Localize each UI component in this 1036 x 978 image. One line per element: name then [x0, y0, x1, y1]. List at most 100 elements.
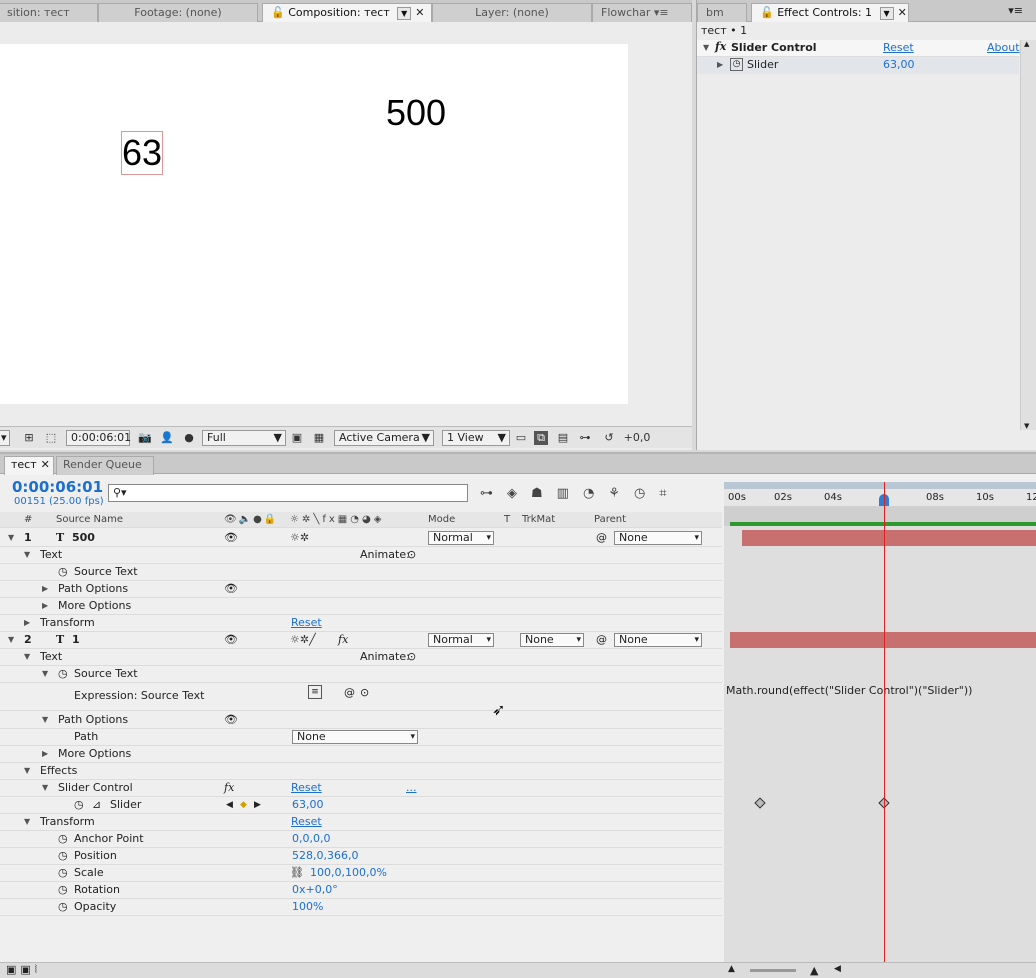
add-keyframe-icon[interactable]: ◆ [240, 797, 247, 813]
close-icon[interactable]: ✕ [415, 6, 424, 19]
eye-icon[interactable]: 👁 [224, 530, 238, 546]
tab-layer[interactable]: Layer: (none) [432, 3, 592, 22]
region-of-interest-icon[interactable]: ▣ [290, 431, 304, 445]
layer-bar-2[interactable] [730, 632, 1036, 648]
reset-link[interactable]: Reset [883, 41, 914, 54]
expression-field[interactable]: Math.round(effect("Slider Control")("Sli… [726, 684, 972, 697]
tab-effect-controls[interactable]: 🔓 Effect Controls: 1 ▼ ✕ [751, 3, 909, 22]
prop-row[interactable]: ▶ Path Options 👁 [0, 581, 722, 598]
layer-row[interactable]: ▼ 1 T 500 👁 ☼✲ Normal @ None [0, 530, 722, 547]
timecode-field[interactable]: 0:00:06:01 [66, 430, 131, 446]
layer-row[interactable]: ▼ 2 T 1 👁 ☼✲╱ fx Normal None @ None [0, 632, 722, 649]
prop-row[interactable]: ◷ Anchor Point 0,0,0,0 [0, 831, 722, 848]
stopwatch-icon[interactable]: ◷ [58, 882, 68, 898]
views-dropdown[interactable]: 1 View ▼ [442, 430, 510, 446]
expand-triangle-icon[interactable]: ▼ [24, 814, 30, 830]
zoom-slider[interactable] [750, 969, 796, 972]
layer-name[interactable]: 1 [72, 632, 80, 648]
resolution-dropdown[interactable]: Full ▼ [202, 430, 286, 446]
panel-menu-icon[interactable]: ▾≡ [654, 6, 669, 19]
expand-triangle-icon[interactable]: ▶ [42, 598, 48, 614]
expression-language-menu-icon[interactable]: ⊙ [360, 685, 369, 701]
color-channels-icon[interactable]: ● [182, 431, 196, 445]
comp-mini-flowchart-icon[interactable]: ⊶ [480, 486, 507, 501]
zoom-in-icon[interactable]: ▲ [810, 964, 818, 977]
trkmat-dropdown[interactable]: None [520, 633, 584, 647]
reset-link[interactable]: Reset [291, 615, 322, 631]
scale-value[interactable]: 100,0,100,0% [310, 865, 387, 881]
toggle-switches-icon[interactable]: ▣▣⦚ [6, 963, 41, 977]
expand-triangle-icon[interactable]: ▼ [42, 712, 48, 728]
scroll-down-icon[interactable]: ▼ [1024, 422, 1029, 430]
close-icon[interactable]: ✕ [898, 6, 907, 19]
prop-row[interactable]: ◷ Source Text [0, 564, 722, 581]
constrain-proportions-icon[interactable]: ⛓ [290, 865, 304, 881]
prop-row[interactable]: ▼ Slider Control fx Reset ... [0, 780, 722, 797]
scroll-left-icon[interactable]: ◀ [834, 964, 841, 974]
layer-bars-area[interactable]: Math.round(effect("Slider Control")("Sli… [724, 482, 1036, 966]
exposure-value[interactable]: +0,0 [622, 431, 652, 445]
fast-previews-icon[interactable]: ⧉ [534, 431, 548, 445]
pickwhip-icon[interactable]: @ [596, 632, 607, 648]
prop-row[interactable]: ▼ Effects [0, 763, 722, 780]
composition-canvas[interactable]: 500 63 [0, 44, 628, 404]
column-source-name[interactable]: Source Name [56, 512, 123, 528]
layer-name[interactable]: 500 [72, 530, 95, 546]
prop-row[interactable]: Path None [0, 729, 722, 746]
stopwatch-icon[interactable]: ◷ [58, 899, 68, 915]
tab-render-queue[interactable]: Render Queue [56, 456, 154, 475]
shy-switch-icon[interactable]: ☼✲ [290, 530, 309, 546]
column-parent[interactable]: Parent [594, 512, 626, 528]
expand-triangle-icon[interactable]: ▶ [24, 615, 30, 631]
eye-icon[interactable]: 👁 [224, 712, 238, 728]
prev-keyframe-icon[interactable]: ◀ [226, 797, 233, 813]
expression-row[interactable]: Expression: Source Text ≡ @ ⊙ [0, 683, 722, 711]
stopwatch-icon[interactable]: ◷ [58, 865, 68, 881]
prop-row[interactable]: ▶ Transform Reset [0, 615, 722, 632]
prop-row[interactable]: ▼ Text Animate: ⊙ [0, 547, 722, 564]
effect-row[interactable]: ▼ fx Slider Control Reset About [697, 40, 1020, 57]
keyframe-diamond[interactable] [754, 797, 766, 809]
stopwatch-icon[interactable]: ◷ [58, 564, 68, 580]
draft-3d-icon[interactable]: ◈ [507, 486, 531, 501]
stopwatch-icon[interactable]: ◷ [58, 848, 68, 864]
slider-value[interactable]: 63,00 [292, 797, 324, 813]
expression-enable-icon[interactable]: ≡ [308, 685, 322, 699]
tab-composition-timeline[interactable]: тест ✕ [4, 456, 54, 475]
timeline-timecode[interactable]: 0:00:06:01 [12, 478, 103, 496]
lock-icon[interactable]: 🔓 [271, 6, 285, 19]
expand-triangle-icon[interactable]: ▶ [717, 60, 723, 69]
rotation-value[interactable]: 0x+0,0° [292, 882, 338, 898]
reset-link[interactable]: Reset [291, 780, 322, 796]
eye-icon[interactable]: 👁 [224, 581, 238, 597]
parent-dropdown[interactable]: None [614, 633, 702, 647]
column-trkmat[interactable]: TrkMat [522, 512, 555, 528]
fx-icon[interactable]: fx [715, 40, 726, 53]
camera-dropdown[interactable]: Active Camera ▼ [334, 430, 434, 446]
expand-triangle-icon[interactable]: ▼ [42, 780, 48, 796]
column-mode[interactable]: Mode [428, 512, 455, 528]
timeline-icon[interactable]: ▤ [556, 431, 570, 445]
expand-triangle-icon[interactable]: ▼ [8, 632, 14, 648]
prop-row[interactable]: ▼ Transform Reset [0, 814, 722, 831]
show-snapshot-icon[interactable]: 👤 [160, 431, 174, 445]
path-dropdown[interactable]: None [292, 730, 418, 744]
graph-editor-icon[interactable]: ⌗ [659, 486, 680, 501]
brainstorm-icon[interactable]: ⚘ [608, 486, 634, 501]
prop-row[interactable]: ▶ More Options [0, 746, 722, 763]
expand-triangle-icon[interactable]: ▶ [42, 581, 48, 597]
slider-param-row[interactable]: ▶ ◷ Slider 63,00 [697, 57, 1019, 74]
expand-triangle-icon[interactable]: ▼ [703, 43, 709, 52]
more-link[interactable]: ... [406, 780, 417, 796]
panel-menu-icon[interactable]: ▾≡ [1008, 4, 1023, 17]
tab-flowchart[interactable]: Flowchar ▾≡ [592, 3, 692, 22]
mask-icon[interactable]: ⬚ [44, 431, 58, 445]
stopwatch-icon[interactable]: ◷ [58, 666, 68, 682]
next-keyframe-icon[interactable]: ▶ [254, 797, 261, 813]
expand-triangle-icon[interactable]: ▼ [8, 530, 14, 546]
prop-row[interactable]: ▶ More Options [0, 598, 722, 615]
expand-triangle-icon[interactable]: ▼ [42, 666, 48, 682]
fx-icon[interactable]: fx [224, 780, 234, 796]
chevron-down-icon[interactable]: ▼ [879, 6, 894, 20]
shy-switch-icon[interactable]: ☼✲╱ [290, 632, 316, 648]
